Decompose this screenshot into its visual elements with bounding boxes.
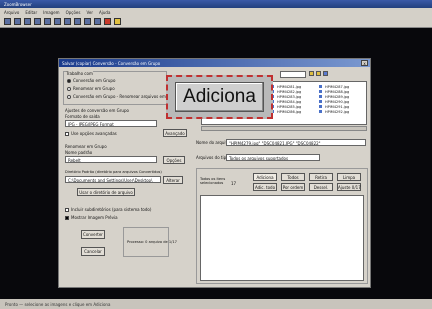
preview-box: Processo: 0 arquivo de 1/17	[123, 227, 177, 257]
menu-item-file[interactable]: Arquivo	[4, 10, 19, 15]
deselect-button[interactable]: Dessel.	[309, 183, 333, 191]
file-column-1: HPIM4281.jpg HPIM4282.jpg HPIM4283.jpg H…	[270, 84, 314, 114]
process-info: Processo: 0 arquivo de 1/17	[127, 240, 177, 244]
work-mode-group: Trabalho com Conversão em Grupo Renomear…	[63, 71, 167, 105]
selected-label: Todos os itens selecionados	[200, 177, 226, 185]
menu-item-edit[interactable]: Editar	[25, 10, 37, 15]
radio-convert-and-rename[interactable]: Conversão em Grupo - Renomear arquivos e…	[67, 94, 166, 99]
folder-icon[interactable]	[114, 18, 121, 25]
add-button-magnified[interactable]: Adiciona	[175, 82, 264, 112]
view-menu-icon[interactable]	[323, 71, 328, 76]
zoom-out-icon[interactable]	[74, 18, 81, 25]
radio-batch-convert[interactable]: Conversão em Grupo	[67, 78, 115, 83]
toolbar	[0, 16, 432, 28]
menu-item-help[interactable]: Ajuda	[99, 10, 110, 15]
sort-button[interactable]: Por ordem	[281, 183, 305, 191]
name-pattern-label: Nome padrão	[65, 150, 93, 155]
paste-icon[interactable]	[54, 18, 61, 25]
forward-icon[interactable]	[94, 18, 101, 25]
file-list-scrollbar[interactable]	[201, 126, 367, 131]
output-format-label: Formato de saída	[65, 114, 100, 119]
file-type-label: Arquivos do tipo	[196, 155, 229, 160]
selected-count: 17	[231, 181, 237, 186]
list-item[interactable]: HPIM4286.jpg	[270, 109, 314, 114]
save-icon[interactable]	[14, 18, 21, 25]
menu-item-options[interactable]: Opções	[66, 10, 81, 15]
print-icon[interactable]	[24, 18, 31, 25]
back-icon[interactable]	[84, 18, 91, 25]
name-pattern-input[interactable]: Rebelt	[65, 156, 157, 163]
adjust-button[interactable]: Ajuste 0/17	[337, 183, 361, 191]
up-folder-icon[interactable]	[309, 71, 314, 76]
status-bar: Pronto — selecione as imagens e clique e…	[0, 299, 432, 309]
rename-options-button[interactable]: Opções	[163, 156, 185, 164]
convert-settings-label: Ajustes de conversão em Grupo	[65, 108, 129, 113]
file-type-select[interactable]: Todos os arquivos suportados	[226, 154, 320, 161]
file-name-input[interactable]: "HPIM4279.jpg" "DSC04821.JPG" "DSC04822"	[226, 139, 366, 146]
selected-files-group: Todos os itens selecionados 17 Adiciona …	[196, 168, 368, 284]
target-dir-label: Diretório Padrão (diretório para arquivo…	[65, 170, 162, 174]
dialog-title: Salvar (copiar) Conversão - Conversão em…	[59, 59, 370, 67]
all-button[interactable]: Todos	[281, 173, 305, 181]
use-source-dir-button[interactable]: Usar o diretório de arquivo	[77, 188, 135, 196]
selected-files-list[interactable]	[200, 195, 364, 281]
radio-batch-rename[interactable]: Renomear em Grupo	[67, 86, 115, 91]
include-subdirs-check[interactable]: Incluir subdiretórios (para sistema todo…	[65, 207, 151, 212]
open-icon[interactable]	[4, 18, 11, 25]
add-all-button[interactable]: Adic. todo	[253, 183, 277, 191]
cancel-button[interactable]: Cancelar	[81, 247, 105, 256]
clear-button[interactable]: Limpa	[337, 173, 361, 181]
list-item[interactable]: HPIM4292.jpg	[318, 109, 364, 114]
zoom-in-icon[interactable]	[64, 18, 71, 25]
convert-button[interactable]: Converter	[81, 230, 105, 239]
rename-group-label: Renomear em Grupo	[65, 144, 107, 149]
delete-icon[interactable]	[104, 18, 111, 25]
cut-icon[interactable]	[34, 18, 41, 25]
remove-button[interactable]: Retira	[309, 173, 333, 181]
menu-item-view[interactable]: Ver	[86, 10, 93, 15]
copy-icon[interactable]	[44, 18, 51, 25]
screen-frame: ZoomBrowser Arquivo Editar Imagem Opções…	[0, 0, 432, 309]
output-format-select[interactable]: JPG - JPEG/JPEG Format	[65, 120, 157, 127]
alter-dir-button[interactable]: Alterar	[163, 176, 183, 184]
menu-bar: Arquivo Editar Imagem Opções Ver Ajuda	[0, 8, 432, 16]
target-dir-input[interactable]: C:\Documents and Settings\User\Desktop\	[65, 176, 161, 183]
advanced-options-check[interactable]: Use opções avançadas	[65, 131, 117, 136]
show-preview-check[interactable]: Mostrar Imagem Prévia	[65, 215, 118, 220]
zoom-callout: Adiciona	[166, 75, 273, 119]
work-mode-label: Trabalho com	[66, 71, 93, 76]
advanced-button[interactable]: Avançado	[163, 129, 187, 137]
app-title-bar: ZoomBrowser	[0, 0, 432, 8]
add-button[interactable]: Adiciona	[253, 173, 277, 181]
file-column-2: HPIM4287.jpg HPIM4288.jpg HPIM4289.jpg H…	[318, 84, 364, 114]
menu-item-image[interactable]: Imagem	[43, 10, 59, 15]
new-folder-icon[interactable]	[316, 71, 321, 76]
close-icon[interactable]: x	[361, 60, 368, 66]
folder-dropdown[interactable]	[280, 71, 306, 78]
